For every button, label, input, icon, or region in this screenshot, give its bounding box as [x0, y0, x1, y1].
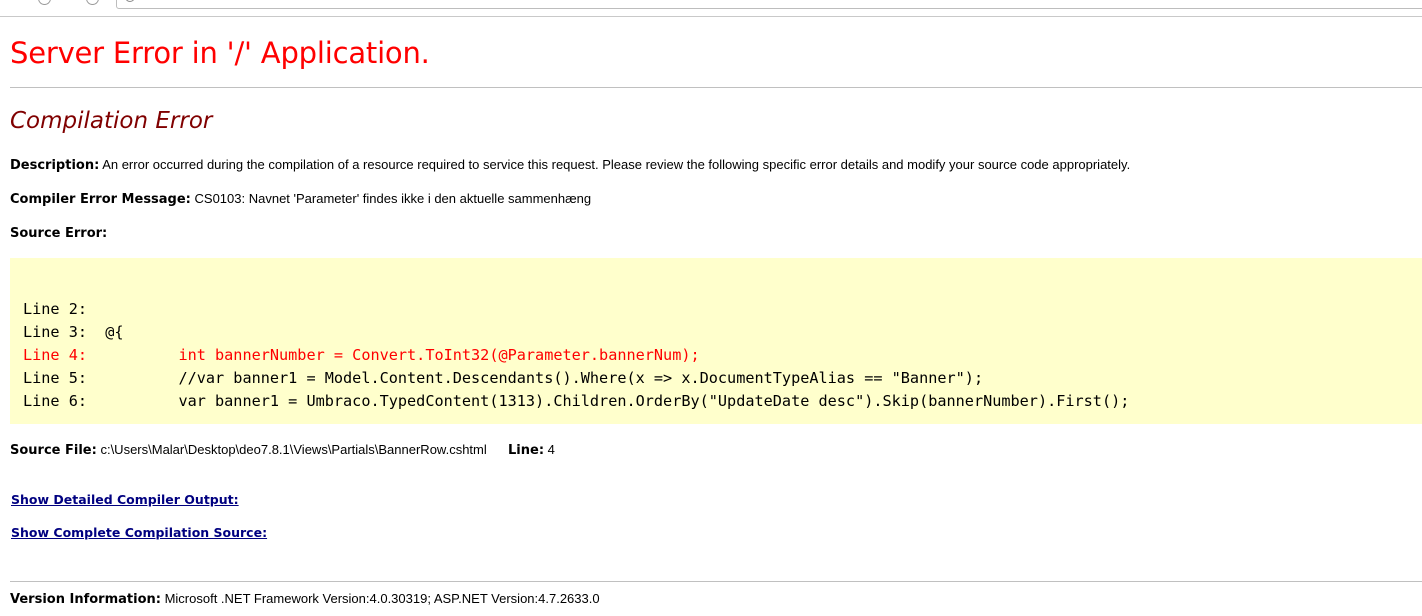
forward-icon[interactable] — [38, 0, 51, 5]
compiler-error-text: CS0103: Navnet 'Parameter' findes ikke i… — [194, 191, 592, 206]
site-info-icon[interactable] — [125, 0, 135, 2]
show-detailed-compiler-output-link[interactable]: Show Detailed Compiler Output: — [11, 492, 239, 507]
source-code-box: Line 2: Line 3: @{ Line 4: int bannerNum… — [10, 258, 1422, 424]
source-code-lines: Line 2: Line 3: @{ Line 4: int bannerNum… — [23, 298, 1129, 413]
line-value: 4 — [547, 442, 555, 457]
description-row: Description: An error occurred during th… — [10, 157, 1130, 173]
description-label: Description: — [10, 158, 100, 173]
top-divider — [10, 87, 1422, 88]
line-label: Line: — [508, 443, 545, 458]
description-text: An error occurred during the compilation… — [102, 157, 1131, 172]
code-line: Line 2: — [23, 300, 106, 318]
compiler-error-row: Compiler Error Message: CS0103: Navnet '… — [10, 191, 591, 207]
bottom-divider — [10, 581, 1422, 582]
browser-toolbar-fragment — [0, 0, 1422, 17]
address-bar[interactable] — [116, 0, 1422, 9]
source-file-path: c:\Users\Malar\Desktop\deo7.8.1\Views\Pa… — [100, 442, 487, 457]
source-file-label: Source File: — [10, 443, 97, 458]
version-info-text: Microsoft .NET Framework Version:4.0.303… — [164, 591, 600, 606]
code-line: Line 6: var banner1 = Umbraco.TypedConte… — [23, 392, 1130, 410]
code-line: Line 3: @{ — [23, 323, 124, 341]
code-line: Line 5: //var banner1 = Model.Content.De… — [23, 369, 984, 387]
source-error-label: Source Error: — [10, 226, 108, 241]
version-info-row: Version Information: Microsoft .NET Fram… — [10, 591, 600, 607]
error-heading: Compilation Error — [10, 108, 213, 134]
code-line-error: Line 4: int bannerNumber = Convert.ToInt… — [23, 346, 700, 364]
compiler-error-label: Compiler Error Message: — [10, 192, 191, 207]
version-info-label: Version Information: — [10, 592, 161, 607]
source-file-row: Source File: c:\Users\Malar\Desktop\deo7… — [10, 442, 555, 458]
show-complete-compilation-source-link[interactable]: Show Complete Compilation Source: — [11, 525, 267, 540]
reload-icon[interactable] — [86, 0, 99, 5]
page-title: Server Error in '/' Application. — [10, 36, 430, 70]
source-error-row: Source Error: — [10, 225, 107, 241]
